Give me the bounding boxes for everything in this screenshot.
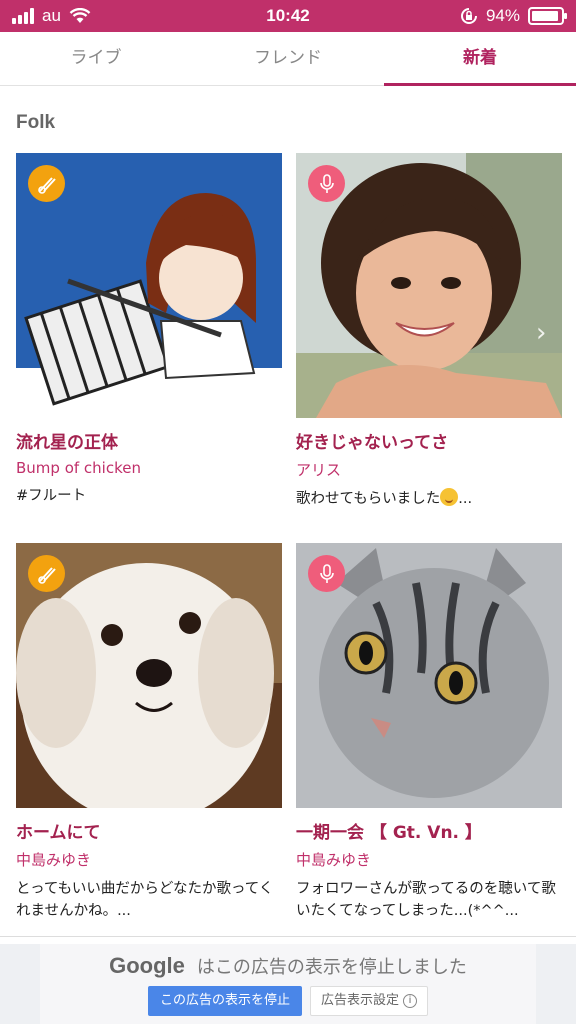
- song-title[interactable]: ホームにて: [16, 818, 282, 843]
- battery-icon: [528, 7, 567, 25]
- song-description: とってもいい曲だからどなたか歌ってくれませんかね。...: [16, 881, 274, 919]
- tab-friends[interactable]: フレンド: [192, 32, 384, 85]
- divider: [0, 936, 576, 937]
- section-title: Folk: [16, 112, 56, 133]
- song-thumbnail[interactable]: [296, 543, 562, 808]
- song-artist[interactable]: 中島みゆき: [16, 849, 282, 870]
- song-title[interactable]: 好きじゃないってさ: [296, 428, 562, 453]
- ad-settings-button[interactable]: 広告表示設定 i: [310, 986, 428, 1016]
- mic-icon: [308, 165, 345, 202]
- song-card[interactable]: 一期一会 【 Gt. Vn. 】 中島みゆき フォロワーさんが歌ってるのを聴いて…: [296, 543, 562, 922]
- chevron-right-icon[interactable]: ›: [536, 318, 546, 348]
- song-description: #フルート: [16, 488, 87, 504]
- instrument-icon: [28, 555, 65, 592]
- ad-banner: Google はこの広告の表示を停止しました この広告の表示を停止 広告表示設定 i: [0, 944, 576, 1024]
- info-icon: i: [403, 993, 417, 1008]
- tab-new[interactable]: 新着: [384, 32, 576, 86]
- rotation-lock-icon: [460, 8, 477, 24]
- song-title[interactable]: 流れ星の正体: [16, 428, 282, 453]
- song-thumbnail[interactable]: [296, 153, 562, 418]
- song-artist[interactable]: アリス: [296, 459, 562, 480]
- instrument-icon: [28, 165, 65, 202]
- song-card[interactable]: ホームにて 中島みゆき とってもいい曲だからどなたか歌ってくれませんかね。...: [16, 543, 282, 922]
- song-card[interactable]: 流れ星の正体 Bump of chicken #フルート: [16, 153, 282, 507]
- song-thumbnail[interactable]: [16, 153, 282, 418]
- battery-percent: 94%: [485, 6, 520, 25]
- tab-live[interactable]: ライブ: [0, 32, 192, 85]
- google-logo: Google: [109, 953, 185, 978]
- song-card[interactable]: 好きじゃないってさ アリス 歌わせてもらいました...: [296, 153, 562, 510]
- status-bar: au 10:42 94%: [0, 0, 576, 32]
- song-title[interactable]: 一期一会 【 Gt. Vn. 】: [296, 818, 562, 843]
- stop-ad-button[interactable]: この広告の表示を停止: [148, 986, 302, 1016]
- song-thumbnail[interactable]: [16, 543, 282, 808]
- mic-icon: [308, 555, 345, 592]
- song-artist[interactable]: 中島みゆき: [296, 849, 562, 870]
- song-description: フォロワーさんが歌ってるのを聴いて歌いたくてなってしまった...(*^^...: [296, 881, 556, 919]
- tab-bar: ライブ フレンド 新着: [0, 32, 576, 86]
- song-artist[interactable]: Bump of chicken: [16, 459, 282, 477]
- song-description: 歌わせてもらいました...: [296, 488, 562, 510]
- smile-emoji-icon: [440, 488, 459, 506]
- ad-message: Google はこの広告の表示を停止しました: [109, 953, 467, 978]
